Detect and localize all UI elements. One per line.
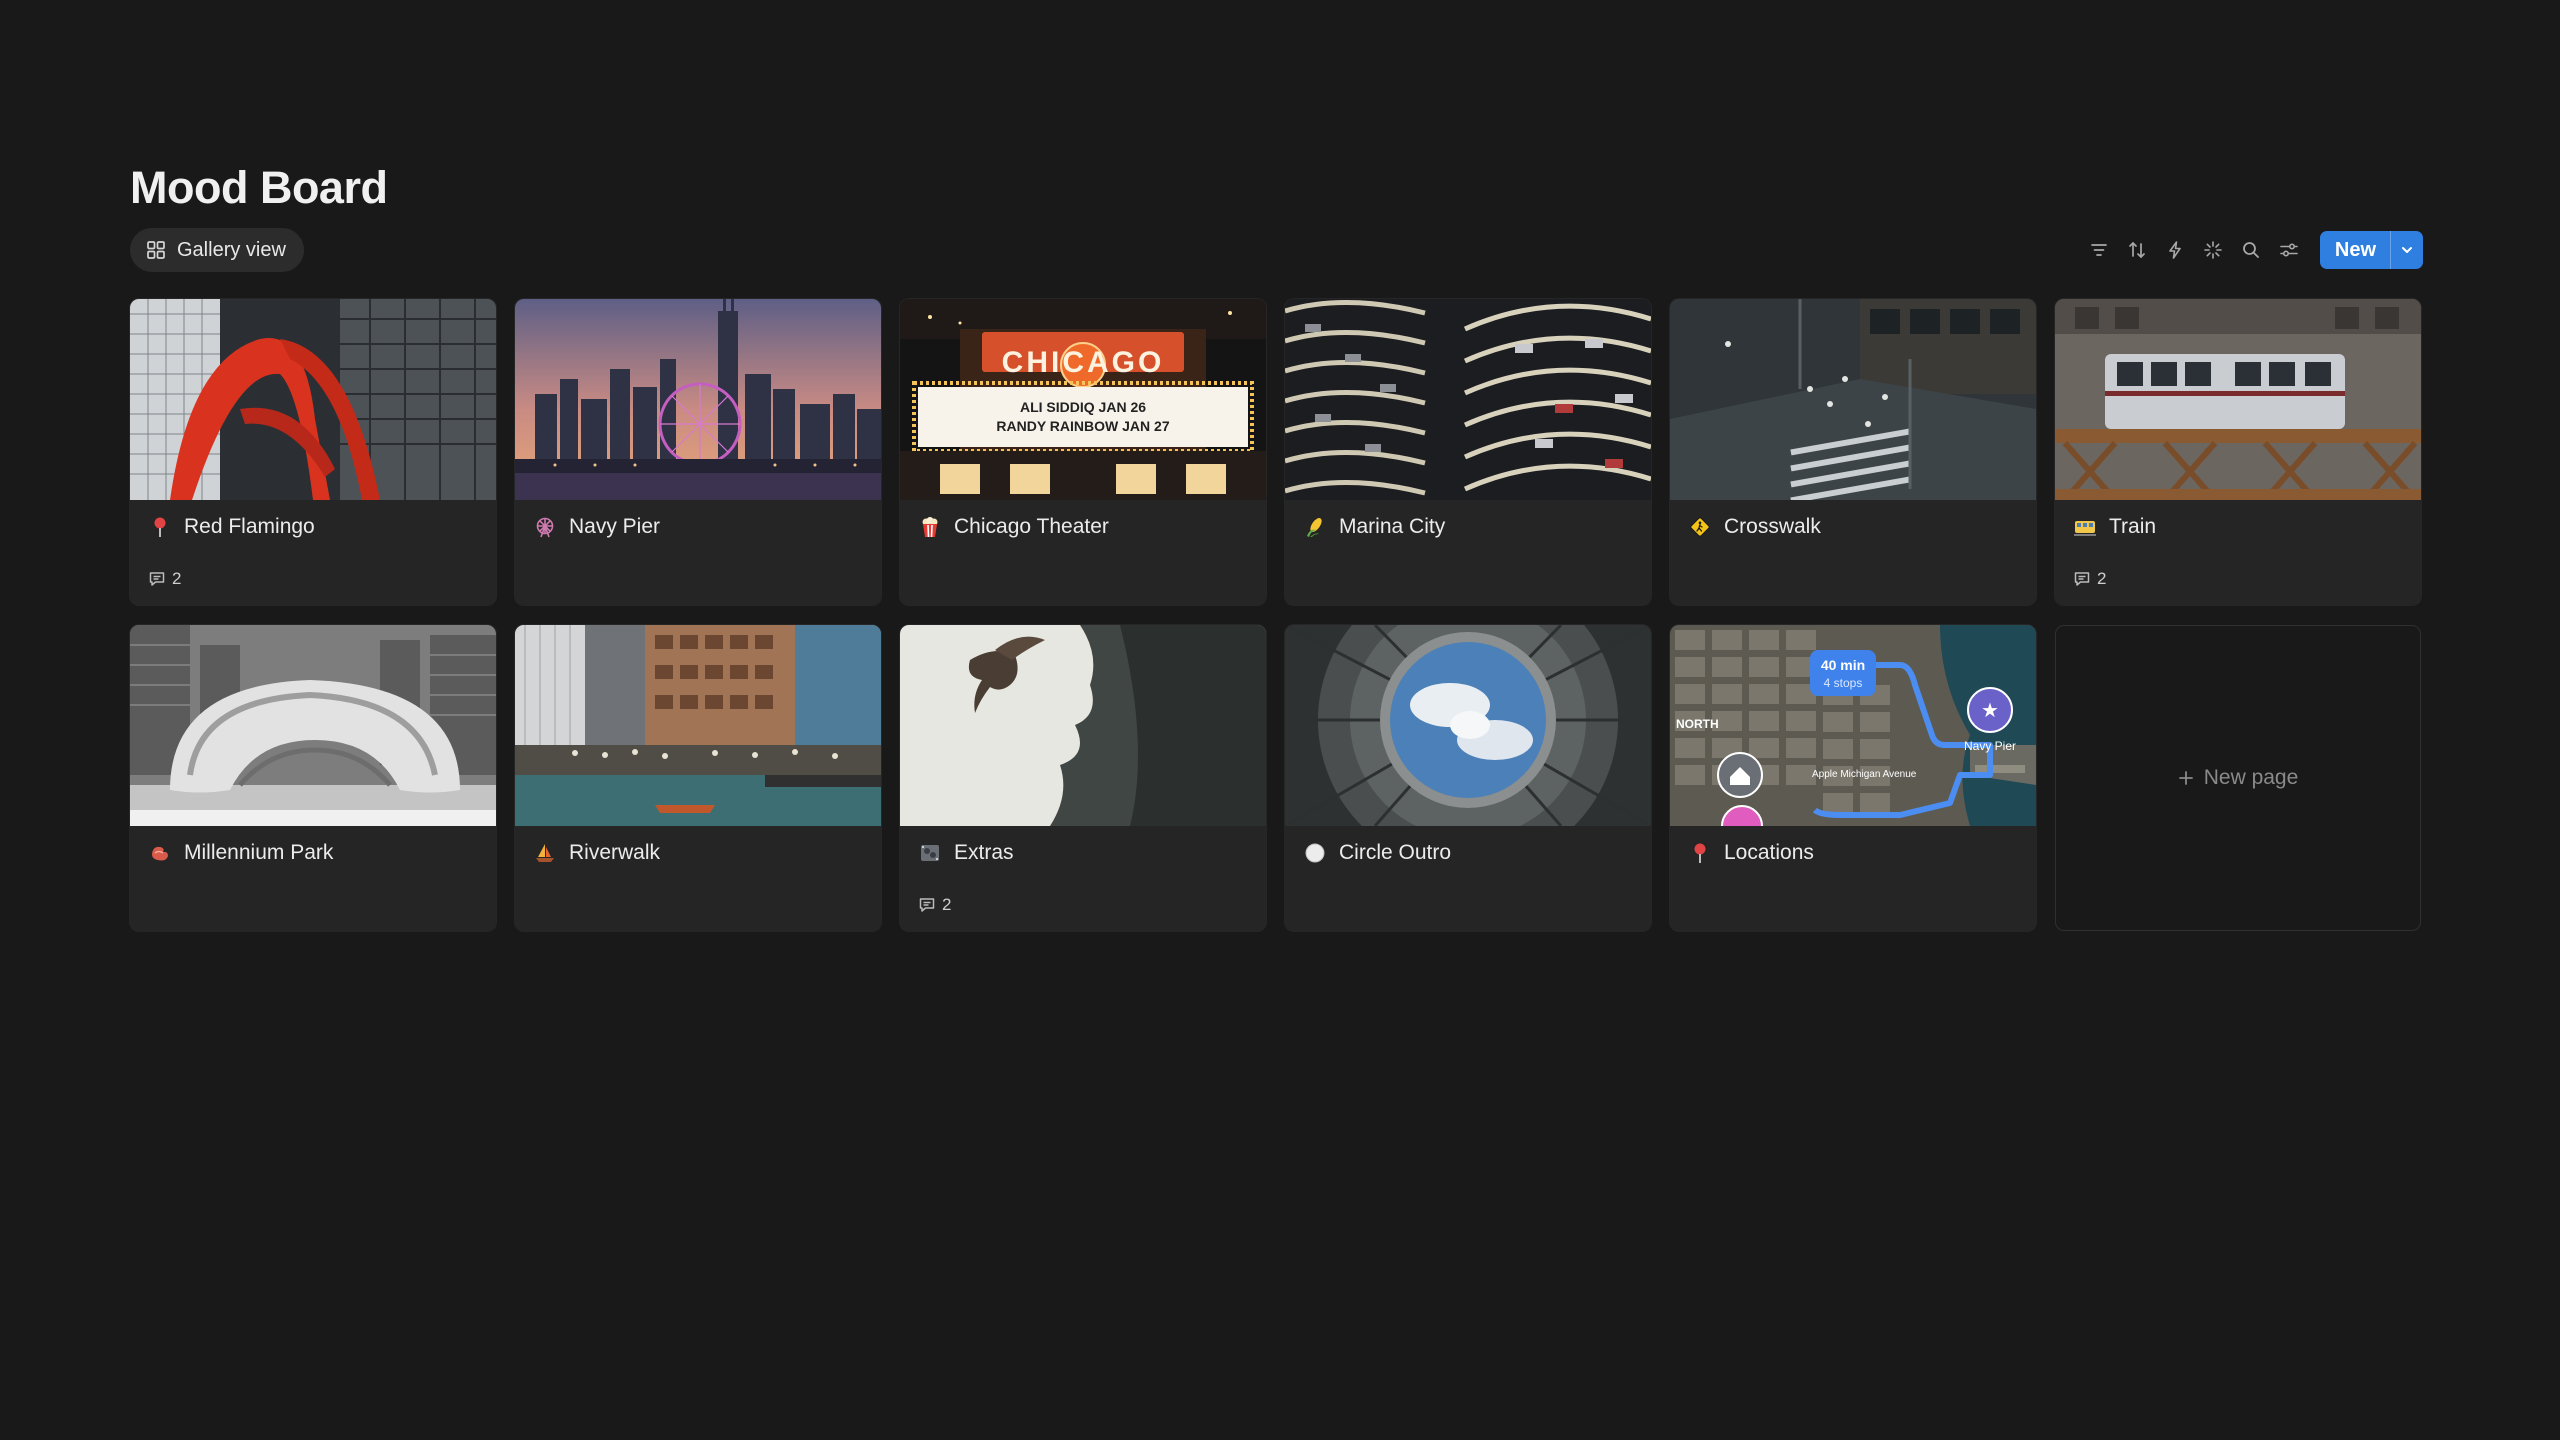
card-cover-image	[1285, 299, 1651, 500]
gallery-card-circle-outro[interactable]: Circle Outro	[1285, 625, 1651, 931]
map-time-label: 40 min	[1821, 657, 1865, 673]
search-button[interactable]	[2232, 231, 2270, 269]
new-button-group: New	[2319, 231, 2423, 269]
gallery-card-train[interactable]: Train 2	[2055, 299, 2421, 605]
card-title: Extras	[918, 841, 1014, 865]
comment-count: 2	[2073, 569, 2106, 589]
mood-board-page: Mood Board Gallery view New Red Flamingo…	[0, 0, 2560, 1440]
tram-icon	[2073, 515, 2097, 539]
card-title: Locations	[1688, 841, 1814, 865]
new-options-button[interactable]	[2390, 231, 2423, 269]
marquee-line-2: RANDY RAINBOW JAN 27	[996, 418, 1169, 434]
card-cover-image: 40 min 4 stops ★ Navy Pier NORTH Apple M…	[1670, 625, 2036, 826]
plus-icon	[2178, 771, 2193, 785]
ai-sparkle-icon	[2204, 241, 2222, 259]
card-title-text: Locations	[1724, 841, 1814, 864]
gallery-card-red-flamingo[interactable]: Red Flamingo 2	[130, 299, 496, 605]
tab-gallery-view[interactable]: Gallery view	[130, 228, 304, 272]
card-cover-image	[515, 299, 881, 500]
comment-icon	[919, 898, 935, 912]
pin-icon	[1688, 841, 1712, 865]
card-title: Circle Outro	[1303, 841, 1451, 865]
card-title: Navy Pier	[533, 515, 660, 539]
gallery-grid: Red Flamingo 2 Navy Pier CHICAGO ALI SID…	[130, 299, 2421, 931]
pin-icon	[148, 515, 172, 539]
card-cover-image	[515, 625, 881, 826]
card-cover-image	[900, 625, 1266, 826]
card-title-text: Riverwalk	[569, 841, 661, 864]
chevron-down-icon	[2402, 247, 2412, 253]
map-stops-label: 4 stops	[1824, 676, 1863, 690]
card-cover-image	[1285, 625, 1651, 826]
card-title-text: Extras	[954, 841, 1014, 864]
corn-icon	[1303, 515, 1327, 539]
comment-count-value: 2	[2097, 569, 2107, 588]
automations-button[interactable]	[2156, 231, 2194, 269]
settings-sliders-icon	[2280, 243, 2298, 257]
card-cover-image	[130, 625, 496, 826]
card-title-text: Red Flamingo	[184, 515, 315, 538]
comment-count-value: 2	[172, 569, 182, 588]
bean-icon	[148, 841, 172, 865]
gallery-card-riverwalk[interactable]: Riverwalk	[515, 625, 881, 931]
card-title: Train	[2073, 515, 2156, 539]
marquee-sign-text: CHICAGO	[1002, 346, 1165, 379]
tab-gallery-view-label: Gallery view	[177, 238, 286, 261]
gallery-card-millennium-park[interactable]: Millennium Park	[130, 625, 496, 931]
map-avenue-label: Apple Michigan Avenue	[1812, 769, 1917, 780]
popcorn-icon	[918, 515, 942, 539]
comment-icon	[149, 572, 165, 586]
card-title-text: Chicago Theater	[954, 515, 1109, 538]
comment-count: 2	[918, 895, 951, 915]
card-title: Crosswalk	[1688, 515, 1821, 539]
sort-button[interactable]	[2118, 231, 2156, 269]
comment-icon	[2074, 572, 2090, 586]
new-page-label: New page	[2203, 766, 2299, 789]
view-settings-button[interactable]	[2270, 231, 2308, 269]
map-navy-label: Navy Pier	[1964, 739, 2016, 753]
sailboat-icon	[533, 841, 557, 865]
card-title-text: Marina City	[1339, 515, 1446, 538]
card-title-text: Millennium Park	[184, 841, 334, 864]
card-title-text: Train	[2109, 515, 2157, 538]
svg-text:★: ★	[1981, 698, 1999, 722]
new-button[interactable]: New	[2320, 231, 2390, 269]
pedestrian-sign-icon	[1688, 515, 1712, 539]
card-cover-image	[2055, 299, 2421, 500]
ai-autofill-button[interactable]	[2194, 231, 2232, 269]
automation-bolt-icon	[2169, 241, 2181, 259]
card-title: Millennium Park	[148, 841, 333, 865]
comment-count: 2	[148, 569, 181, 589]
marquee-line-1: ALI SIDDIQ JAN 26	[1020, 399, 1146, 415]
page-title: Mood Board	[130, 162, 388, 213]
comment-count-value: 2	[942, 895, 952, 914]
card-cover-image: CHICAGO ALI SIDDIQ JAN 26 RANDY RAINBOW …	[900, 299, 1266, 500]
search-icon	[2242, 242, 2259, 258]
card-cover-image	[1670, 299, 2036, 500]
gallery-card-locations[interactable]: 40 min 4 stops ★ Navy Pier NORTH Apple M…	[1670, 625, 2036, 931]
card-title-text: Navy Pier	[569, 515, 661, 538]
white-circle-icon	[1303, 841, 1327, 865]
card-cover-image	[130, 299, 496, 500]
gallery-card-extras[interactable]: Extras 2	[900, 625, 1266, 931]
card-title: Chicago Theater	[918, 515, 1109, 539]
filter-button[interactable]	[2080, 231, 2118, 269]
map-north-label: NORTH	[1676, 717, 1719, 731]
card-title: Red Flamingo	[148, 515, 315, 539]
card-title: Riverwalk	[533, 841, 660, 865]
database-toolbar: New	[2080, 230, 2423, 270]
card-title: Marina City	[1303, 515, 1445, 539]
filter-icon	[2091, 244, 2107, 256]
gallery-card-marina-city[interactable]: Marina City	[1285, 299, 1651, 605]
new-page-button[interactable]: New page	[2055, 625, 2421, 931]
card-title-text: Circle Outro	[1339, 841, 1452, 864]
ferris-wheel-icon	[533, 515, 557, 539]
gallery-card-navy-pier[interactable]: Navy Pier	[515, 299, 881, 605]
film-frames-icon	[918, 841, 942, 865]
gallery-card-crosswalk[interactable]: Crosswalk	[1670, 299, 2036, 605]
sort-icon	[2129, 242, 2145, 258]
card-title-text: Crosswalk	[1724, 515, 1821, 538]
gallery-card-chicago-theater[interactable]: CHICAGO ALI SIDDIQ JAN 26 RANDY RAINBOW …	[900, 299, 1266, 605]
gallery-grid-icon	[146, 240, 166, 260]
